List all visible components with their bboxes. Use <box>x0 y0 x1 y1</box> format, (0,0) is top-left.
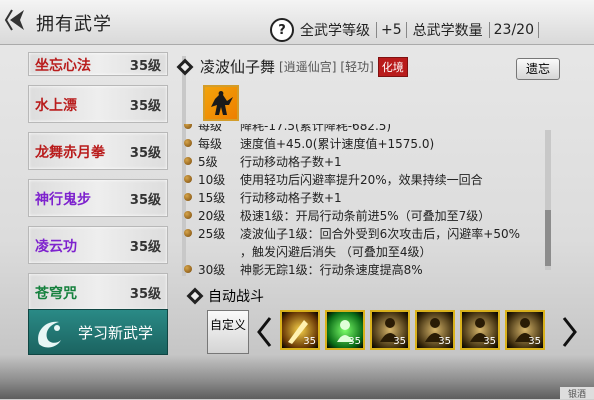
skill-item[interactable]: 苍穹咒 35级 <box>28 273 168 311</box>
effect-level: 30级 <box>198 263 226 276</box>
total-label: 总武学数量 <box>412 23 483 39</box>
bullet-icon <box>184 139 192 147</box>
effect-level: 20级 <box>198 209 226 223</box>
effect-text: 凌波仙子1级：回合外受到6次攻击后，闪避率+50% <box>240 227 520 241</box>
effects-list: 每级 降耗-17.5(累计降耗-682.5) 每级 速度值+45.0(累计速度值… <box>180 124 540 276</box>
forget-button[interactable]: 遗忘 <box>516 58 560 80</box>
skill-level: 35级 <box>129 240 161 255</box>
slot-level: 35 <box>438 336 451 347</box>
effect-text: 神影无踪1级：行动条速度提高8% <box>240 263 423 276</box>
effect-row: ，触发闪避后消失 （可叠加至4级） <box>180 242 540 260</box>
effect-level: 15级 <box>198 191 226 205</box>
effect-row: 每级 降耗-17.5(累计降耗-682.5) <box>180 124 540 134</box>
effect-text: 极速1级：开局行动条前进5%（可叠加至7级） <box>240 209 491 223</box>
header-bar: 拥有武学 ? 全武学等级 +5 总武学数量 23/20 <box>0 0 594 45</box>
skill-slot[interactable]: 35 <box>505 310 545 350</box>
diamond-icon <box>186 287 204 305</box>
skill-list: 坐忘心法 35级 水上漂 35级 龙舞赤月拳 35级 神行鬼步 35级 凌云功 … <box>28 52 168 320</box>
skill-item[interactable]: 凌云功 35级 <box>28 226 168 264</box>
skill-level: 35级 <box>129 193 161 208</box>
bullet-icon <box>184 229 192 237</box>
bullet-icon <box>184 157 192 165</box>
total-value: 23/20 <box>488 22 539 38</box>
learn-new-skill-label: 学习新武学 <box>77 323 153 342</box>
effect-level: 25级 <box>198 227 226 241</box>
slot-level: 35 <box>348 336 361 347</box>
skill-portrait <box>203 85 239 121</box>
skill-item[interactable]: 神行鬼步 35级 <box>28 179 168 217</box>
effect-row: 25级 凌波仙子1级：回合外受到6次攻击后，闪避率+50% <box>180 224 540 242</box>
skill-level: 35级 <box>129 59 161 74</box>
skill-item[interactable]: 水上漂 35级 <box>28 85 168 123</box>
effect-row: 20级 极速1级：开局行动条前进5%（可叠加至7级） <box>180 206 540 224</box>
bullet-icon <box>184 193 192 201</box>
page-title: 拥有武学 <box>36 14 112 35</box>
effect-text: 降耗-17.5(累计降耗-682.5) <box>240 124 392 133</box>
skill-type: [轻功] <box>340 60 374 74</box>
skill-name: 苍穹咒 <box>35 286 77 302</box>
effect-row: 每级 速度值+45.0(累计速度值+1575.0) <box>180 134 540 152</box>
diamond-icon <box>176 58 194 75</box>
skill-name: 龙舞赤月拳 <box>35 145 105 161</box>
skill-school: [逍遥仙宫] <box>279 60 337 74</box>
bullet-icon <box>184 265 192 273</box>
effect-text: 行动移动格子数+1 <box>240 191 342 205</box>
all-level-value: +5 <box>376 22 407 38</box>
skill-slot[interactable]: 35 <box>280 310 320 350</box>
skill-slot[interactable]: 35 <box>325 310 365 350</box>
effects-scrollbar[interactable] <box>545 130 551 270</box>
auto-battle-title: 自动战斗 <box>208 289 264 305</box>
skill-level: 35级 <box>129 287 161 302</box>
slot-level: 35 <box>483 336 496 347</box>
bullet-icon <box>184 175 192 183</box>
effect-level: 10级 <box>198 173 226 187</box>
chevron-right-icon[interactable] <box>562 316 578 348</box>
skill-item[interactable]: 龙舞赤月拳 35级 <box>28 132 168 170</box>
learn-new-skill-button[interactable]: 学习新武学 <box>28 309 168 355</box>
slot-level: 35 <box>303 336 316 347</box>
slot-level: 35 <box>393 336 406 347</box>
skill-name: 坐忘心法 <box>35 58 91 74</box>
effect-text: 使用轻功后闪避率提升20%，效果持续一回合 <box>240 173 483 187</box>
auto-battle-header: 自动战斗 <box>186 286 264 306</box>
effect-row: 10级 使用轻功后闪避率提升20%，效果持续一回合 <box>180 170 540 188</box>
corner-tag: 银酒 <box>560 387 594 400</box>
skill-name: 凌云功 <box>35 239 77 255</box>
selected-skill-name: 凌波仙子舞 <box>200 58 276 76</box>
effect-row: 30级 神影无踪1级：行动条速度提高8% <box>180 260 540 276</box>
effect-text: 速度值+45.0(累计速度值+1575.0) <box>240 137 435 151</box>
skill-level: 35级 <box>129 146 161 161</box>
swirl-icon <box>38 321 61 348</box>
selected-skill-header: 凌波仙子舞 [逍遥仙宫] [轻功] 化境 <box>176 56 408 77</box>
skill-slot[interactable]: 35 <box>460 310 500 350</box>
effect-level: 每级 <box>198 124 223 133</box>
skill-name: 神行鬼步 <box>35 192 91 208</box>
auto-skill-slots: 35 35 35 35 35 35 <box>280 310 545 350</box>
skill-name: 水上漂 <box>35 98 77 114</box>
effect-text: 行动移动格子数+1 <box>240 155 342 169</box>
effect-row: 5级 行动移动格子数+1 <box>180 152 540 170</box>
bullet-icon <box>184 211 192 219</box>
effect-level: 每级 <box>198 137 223 151</box>
skill-slot[interactable]: 35 <box>370 310 410 350</box>
ink-brush-decoration <box>0 355 594 399</box>
chevron-left-icon[interactable] <box>256 316 272 348</box>
back-arrow-icon[interactable] <box>4 6 28 34</box>
all-level-label: 全武学等级 <box>300 23 370 39</box>
effect-row: 15级 行动移动格子数+1 <box>180 188 540 206</box>
help-icon[interactable]: ? <box>270 18 294 42</box>
slot-level: 35 <box>528 336 541 347</box>
stats-bar: ? 全武学等级 +5 总武学数量 23/20 <box>270 18 539 42</box>
effect-level: 5级 <box>198 155 218 169</box>
skill-level: 35级 <box>129 99 161 114</box>
effect-text-continued: ，触发闪避后消失 （可叠加至4级） <box>240 245 432 259</box>
bullet-icon <box>184 124 192 129</box>
realm-badge: 化境 <box>377 56 408 77</box>
skill-item[interactable]: 坐忘心法 35级 <box>28 52 168 76</box>
dancer-icon <box>211 91 233 115</box>
skill-slot[interactable]: 35 <box>415 310 455 350</box>
customize-button[interactable]: 自定义 <box>207 310 249 354</box>
